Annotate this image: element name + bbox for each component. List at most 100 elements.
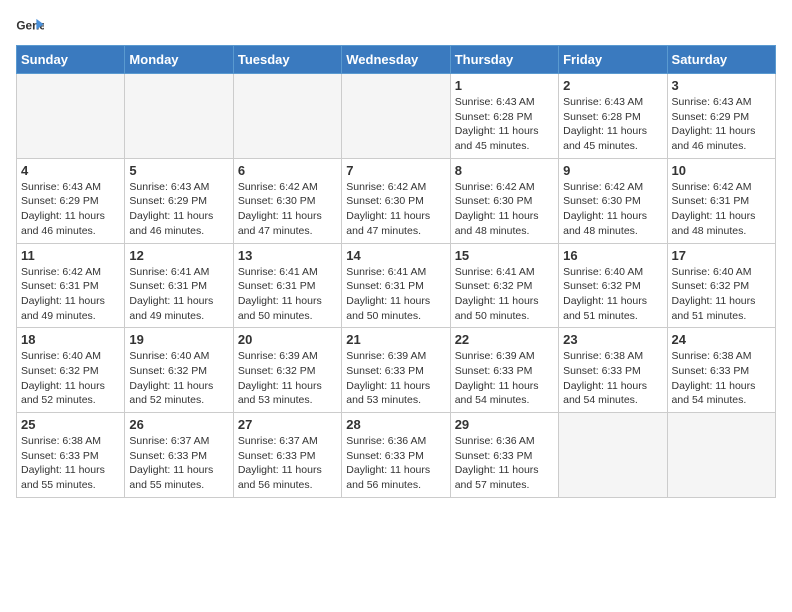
- calendar-cell: 20 Sunrise: 6:39 AM Sunset: 6:32 PM Dayli…: [233, 328, 341, 413]
- calendar-cell: 10 Sunrise: 6:42 AM Sunset: 6:31 PM Dayli…: [667, 158, 775, 243]
- day-info: Sunrise: 6:36 AM Sunset: 6:33 PM Dayligh…: [455, 434, 554, 493]
- day-info: Sunrise: 6:39 AM Sunset: 6:33 PM Dayligh…: [455, 349, 554, 408]
- day-number: 19: [129, 332, 228, 347]
- day-number: 25: [21, 417, 120, 432]
- day-info: Sunrise: 6:42 AM Sunset: 6:30 PM Dayligh…: [455, 180, 554, 239]
- day-number: 4: [21, 163, 120, 178]
- calendar-cell: 8 Sunrise: 6:42 AM Sunset: 6:30 PM Daylig…: [450, 158, 558, 243]
- calendar-cell: 26 Sunrise: 6:37 AM Sunset: 6:33 PM Dayli…: [125, 413, 233, 498]
- day-number: 13: [238, 248, 337, 263]
- day-number: 17: [672, 248, 771, 263]
- weekday-header-tuesday: Tuesday: [233, 46, 341, 74]
- day-number: 11: [21, 248, 120, 263]
- day-number: 26: [129, 417, 228, 432]
- calendar-cell: 23 Sunrise: 6:38 AM Sunset: 6:33 PM Dayli…: [559, 328, 667, 413]
- calendar-cell: 9 Sunrise: 6:42 AM Sunset: 6:30 PM Daylig…: [559, 158, 667, 243]
- calendar-cell: 12Sunrise: 6:41 AM Sunset: 6:31 PM Dayli…: [125, 243, 233, 328]
- day-info: Sunrise: 6:43 AM Sunset: 6:28 PM Dayligh…: [563, 95, 662, 154]
- day-info: Sunrise: 6:39 AM Sunset: 6:32 PM Dayligh…: [238, 349, 337, 408]
- day-info: Sunrise: 6:42 AM Sunset: 6:30 PM Dayligh…: [238, 180, 337, 239]
- day-info: Sunrise: 6:37 AM Sunset: 6:33 PM Dayligh…: [238, 434, 337, 493]
- day-info: Sunrise: 6:38 AM Sunset: 6:33 PM Dayligh…: [672, 349, 771, 408]
- day-number: 6: [238, 163, 337, 178]
- day-number: 18: [21, 332, 120, 347]
- calendar-cell: 2Sunrise: 6:43 AM Sunset: 6:28 PM Daylig…: [559, 74, 667, 159]
- calendar-cell: 4 Sunrise: 6:43 AM Sunset: 6:29 PM Daylig…: [17, 158, 125, 243]
- calendar-table: SundayMondayTuesdayWednesdayThursdayFrid…: [16, 45, 776, 498]
- calendar-cell: 21Sunrise: 6:39 AM Sunset: 6:33 PM Dayli…: [342, 328, 450, 413]
- calendar-week-row: 18 Sunrise: 6:40 AM Sunset: 6:32 PM Dayli…: [17, 328, 776, 413]
- calendar-cell: 16 Sunrise: 6:40 AM Sunset: 6:32 PM Dayli…: [559, 243, 667, 328]
- calendar-week-row: 25 Sunrise: 6:38 AM Sunset: 6:33 PM Dayli…: [17, 413, 776, 498]
- page-header: General: [16, 16, 776, 37]
- day-info: Sunrise: 6:40 AM Sunset: 6:32 PM Dayligh…: [672, 265, 771, 324]
- day-number: 5: [129, 163, 228, 178]
- day-number: 8: [455, 163, 554, 178]
- day-number: 7: [346, 163, 445, 178]
- calendar-cell: 7 Sunrise: 6:42 AM Sunset: 6:30 PM Daylig…: [342, 158, 450, 243]
- calendar-cell: 28 Sunrise: 6:36 AM Sunset: 6:33 PM Dayli…: [342, 413, 450, 498]
- logo: General: [16, 16, 48, 37]
- calendar-cell: 3 Sunrise: 6:43 AM Sunset: 6:29 PM Daylig…: [667, 74, 775, 159]
- day-number: 12: [129, 248, 228, 263]
- calendar-cell: [342, 74, 450, 159]
- day-info: Sunrise: 6:43 AM Sunset: 6:29 PM Dayligh…: [672, 95, 771, 154]
- calendar-week-row: 4 Sunrise: 6:43 AM Sunset: 6:29 PM Daylig…: [17, 158, 776, 243]
- day-info: Sunrise: 6:41 AM Sunset: 6:32 PM Dayligh…: [455, 265, 554, 324]
- calendar-cell: 24 Sunrise: 6:38 AM Sunset: 6:33 PM Dayli…: [667, 328, 775, 413]
- calendar-cell: 25 Sunrise: 6:38 AM Sunset: 6:33 PM Dayli…: [17, 413, 125, 498]
- day-number: 21: [346, 332, 445, 347]
- day-number: 3: [672, 78, 771, 93]
- day-number: 24: [672, 332, 771, 347]
- day-info: Sunrise: 6:42 AM Sunset: 6:31 PM Dayligh…: [672, 180, 771, 239]
- day-number: 28: [346, 417, 445, 432]
- weekday-header-sunday: Sunday: [17, 46, 125, 74]
- logo-icon: General: [16, 17, 44, 37]
- day-number: 23: [563, 332, 662, 347]
- weekday-header-row: SundayMondayTuesdayWednesdayThursdayFrid…: [17, 46, 776, 74]
- day-info: Sunrise: 6:42 AM Sunset: 6:31 PM Dayligh…: [21, 265, 120, 324]
- day-number: 20: [238, 332, 337, 347]
- calendar-cell: 6 Sunrise: 6:42 AM Sunset: 6:30 PM Daylig…: [233, 158, 341, 243]
- day-number: 29: [455, 417, 554, 432]
- day-info: Sunrise: 6:38 AM Sunset: 6:33 PM Dayligh…: [563, 349, 662, 408]
- day-number: 10: [672, 163, 771, 178]
- day-info: Sunrise: 6:38 AM Sunset: 6:33 PM Dayligh…: [21, 434, 120, 493]
- calendar-cell: 27 Sunrise: 6:37 AM Sunset: 6:33 PM Dayli…: [233, 413, 341, 498]
- day-info: Sunrise: 6:40 AM Sunset: 6:32 PM Dayligh…: [21, 349, 120, 408]
- day-info: Sunrise: 6:37 AM Sunset: 6:33 PM Dayligh…: [129, 434, 228, 493]
- calendar-cell: [125, 74, 233, 159]
- calendar-week-row: 11 Sunrise: 6:42 AM Sunset: 6:31 PM Dayli…: [17, 243, 776, 328]
- day-info: Sunrise: 6:42 AM Sunset: 6:30 PM Dayligh…: [563, 180, 662, 239]
- calendar-cell: [667, 413, 775, 498]
- day-info: Sunrise: 6:36 AM Sunset: 6:33 PM Dayligh…: [346, 434, 445, 493]
- calendar-cell: 17 Sunrise: 6:40 AM Sunset: 6:32 PM Dayli…: [667, 243, 775, 328]
- calendar-cell: 18 Sunrise: 6:40 AM Sunset: 6:32 PM Dayli…: [17, 328, 125, 413]
- day-number: 16: [563, 248, 662, 263]
- day-info: Sunrise: 6:40 AM Sunset: 6:32 PM Dayligh…: [563, 265, 662, 324]
- calendar-week-row: 1 Sunrise: 6:43 AM Sunset: 6:28 PM Daylig…: [17, 74, 776, 159]
- calendar-cell: 11 Sunrise: 6:42 AM Sunset: 6:31 PM Dayli…: [17, 243, 125, 328]
- calendar-cell: [233, 74, 341, 159]
- weekday-header-monday: Monday: [125, 46, 233, 74]
- day-number: 9: [563, 163, 662, 178]
- day-number: 22: [455, 332, 554, 347]
- day-info: Sunrise: 6:43 AM Sunset: 6:29 PM Dayligh…: [21, 180, 120, 239]
- day-info: Sunrise: 6:41 AM Sunset: 6:31 PM Dayligh…: [346, 265, 445, 324]
- day-number: 14: [346, 248, 445, 263]
- calendar-cell: 29 Sunrise: 6:36 AM Sunset: 6:33 PM Dayli…: [450, 413, 558, 498]
- calendar-cell: [559, 413, 667, 498]
- calendar-cell: 15Sunrise: 6:41 AM Sunset: 6:32 PM Dayli…: [450, 243, 558, 328]
- weekday-header-friday: Friday: [559, 46, 667, 74]
- day-number: 27: [238, 417, 337, 432]
- calendar-cell: [17, 74, 125, 159]
- weekday-header-saturday: Saturday: [667, 46, 775, 74]
- day-number: 1: [455, 78, 554, 93]
- calendar-cell: 14 Sunrise: 6:41 AM Sunset: 6:31 PM Dayli…: [342, 243, 450, 328]
- calendar-cell: 5Sunrise: 6:43 AM Sunset: 6:29 PM Daylig…: [125, 158, 233, 243]
- calendar-cell: 1 Sunrise: 6:43 AM Sunset: 6:28 PM Daylig…: [450, 74, 558, 159]
- day-info: Sunrise: 6:41 AM Sunset: 6:31 PM Dayligh…: [238, 265, 337, 324]
- day-info: Sunrise: 6:43 AM Sunset: 6:28 PM Dayligh…: [455, 95, 554, 154]
- day-info: Sunrise: 6:40 AM Sunset: 6:32 PM Dayligh…: [129, 349, 228, 408]
- day-info: Sunrise: 6:42 AM Sunset: 6:30 PM Dayligh…: [346, 180, 445, 239]
